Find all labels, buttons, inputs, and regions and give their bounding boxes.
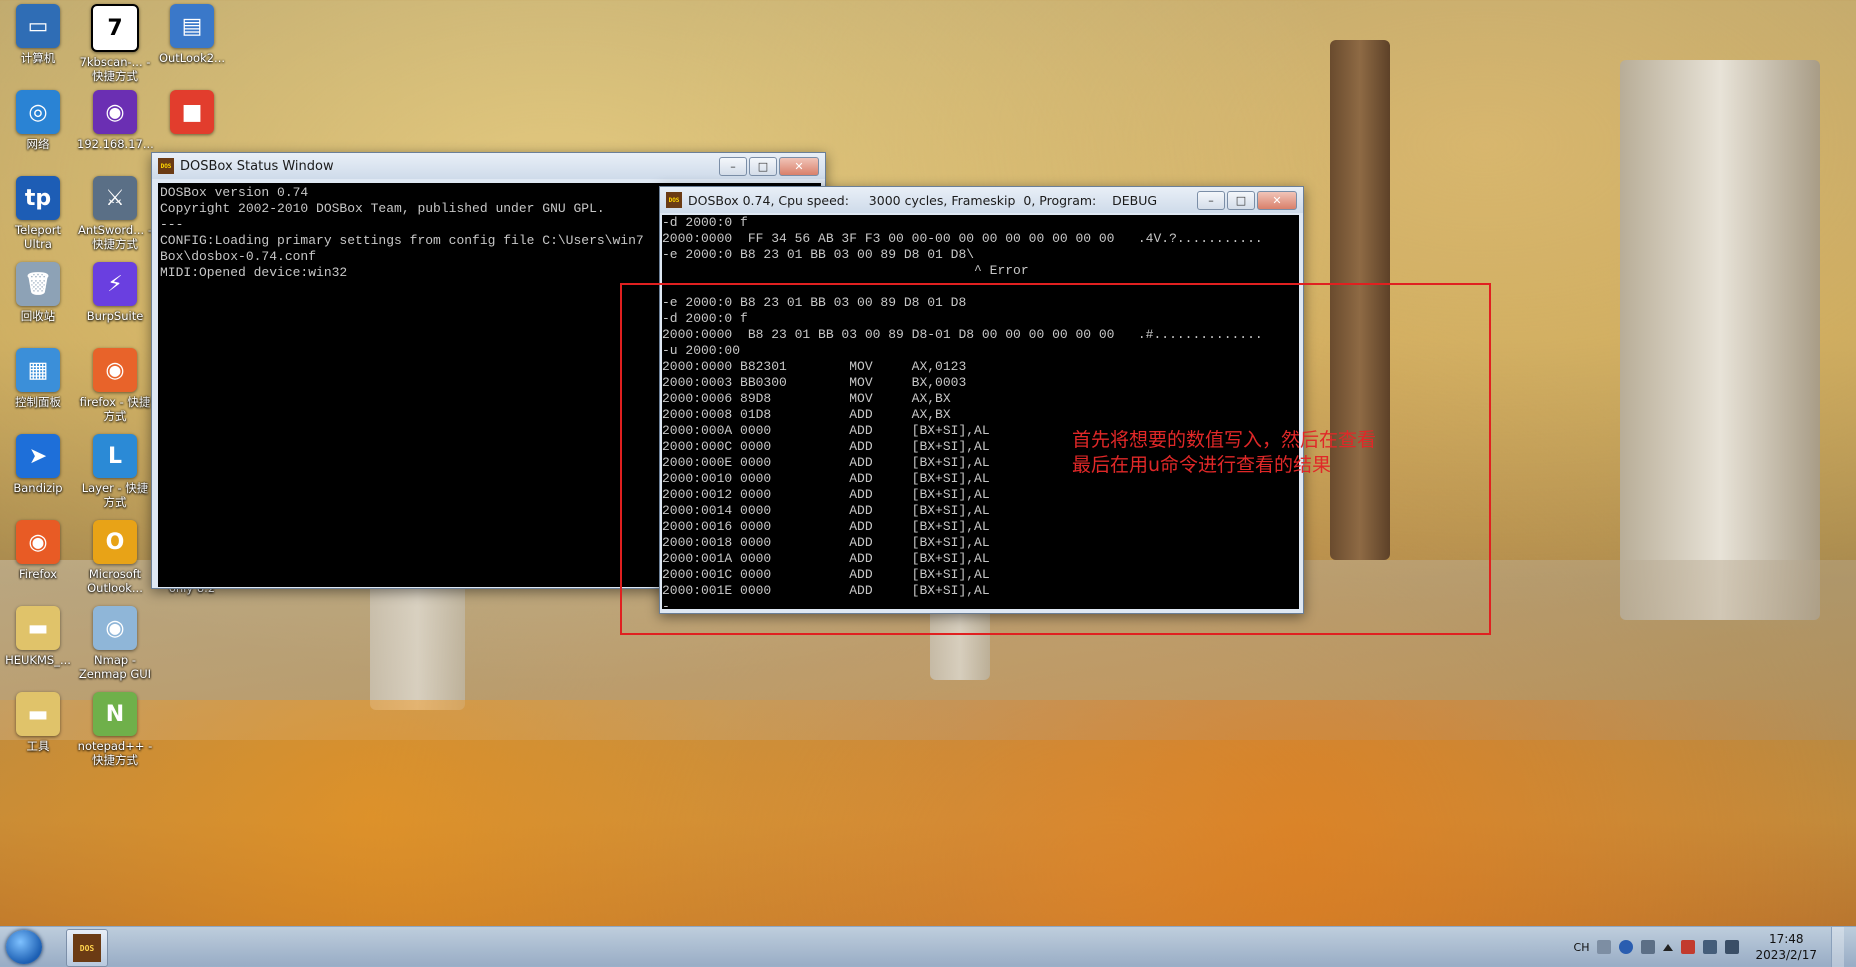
- system-tray: CH 17:48 2023/2/17: [1574, 927, 1856, 967]
- notepadpp-icon: N: [93, 692, 137, 736]
- desktop-icon-label: 计算机: [20, 51, 56, 65]
- up-arrow-icon[interactable]: [1663, 943, 1674, 951]
- desktop-icon[interactable]: ◉ Nmap - Zenmap GUI: [77, 606, 153, 681]
- debug-line: ^ Error: [662, 263, 1029, 278]
- taskbar: DOS CH 17:48 2023/2/17: [0, 926, 1856, 967]
- desktop-icon[interactable]: ▦ 控制面板: [0, 348, 76, 409]
- desktop-icon-label: notepad++ - 快捷方式: [77, 739, 153, 767]
- status-window-title: DOSBox Status Window: [180, 158, 334, 174]
- firefox-icon: ◉: [93, 348, 137, 392]
- windows-logo-icon: ■: [170, 90, 214, 134]
- annotation-line-2: 最后在用u命令进行查看的结果: [1072, 454, 1332, 476]
- start-button[interactable]: [6, 930, 42, 964]
- desktop-icon[interactable]: L Layer - 快捷方式: [77, 434, 153, 509]
- desktop-icon[interactable]: ⚡ BurpSuite: [77, 262, 153, 323]
- desktop-icon[interactable]: ▬ HEUKMS_...: [0, 606, 76, 667]
- desktop-icon[interactable]: ▬ 工具: [0, 692, 76, 753]
- maximize-button[interactable]: □: [749, 156, 777, 176]
- folder-icon: ▬: [16, 692, 60, 736]
- dosbox-titlebar[interactable]: DOS DOSBox 0.74, Cpu speed: 3000 cycles,…: [660, 187, 1303, 213]
- firefox-icon: ◉: [16, 520, 60, 564]
- antsword-icon: ⚔: [93, 176, 137, 220]
- desktop-icon[interactable]: ◉ 192.168.17...: [77, 90, 154, 151]
- network-status-icon[interactable]: [1703, 940, 1718, 954]
- minimize-button[interactable]: –: [719, 156, 747, 176]
- help-icon[interactable]: [1619, 940, 1634, 954]
- network-icon: ◎: [16, 90, 60, 134]
- folder-icon: ▬: [16, 606, 60, 650]
- desktop-icon[interactable]: ◎ 网络: [0, 90, 76, 151]
- desktop-icon-label: Nmap - Zenmap GUI: [78, 653, 152, 681]
- network-pc-icon: ▤: [170, 4, 214, 48]
- layer-icon: L: [93, 434, 137, 478]
- desktop-icon-label: OutLook2...: [158, 51, 226, 65]
- desktop-icon-label: AntSword... - 快捷方式: [77, 223, 152, 251]
- status-window-titlebar[interactable]: DOS DOSBox Status Window – □ ✕: [152, 153, 825, 179]
- close-button[interactable]: ✕: [779, 156, 819, 176]
- control-panel-icon: ▦: [16, 348, 60, 392]
- volume-icon[interactable]: [1725, 940, 1740, 954]
- dosbox-icon: DOS: [158, 158, 174, 174]
- burpsuite-icon: ⚡: [93, 262, 137, 306]
- desktop-icon-label: 192.168.17...: [77, 137, 154, 151]
- teleport-icon: tp: [16, 176, 60, 220]
- close-button[interactable]: ✕: [1257, 190, 1297, 210]
- nmap-icon: ◉: [93, 606, 137, 650]
- desktop-icon[interactable]: ▭ 计算机: [0, 4, 76, 65]
- flag-icon[interactable]: [1681, 940, 1696, 954]
- desktop-icon[interactable]: O Microsoft Outlook...: [77, 520, 153, 595]
- annotation-line-1: 首先将想要的数值写入，然后在查看: [1072, 429, 1377, 451]
- desktop-icon-label: 控制面板: [15, 395, 61, 409]
- bandizip-icon: ➤: [16, 434, 60, 478]
- desktop-icon-label: firefox - 快捷方式: [79, 395, 151, 423]
- debug-line: -d 2000:0 f: [662, 215, 748, 230]
- desktop-icon[interactable]: ◉ firefox - 快捷方式: [77, 348, 153, 423]
- clock[interactable]: 17:48 2023/2/17: [1755, 931, 1817, 963]
- desktop-icon[interactable]: ⚔ AntSword... - 快捷方式: [77, 176, 153, 251]
- desktop-icon[interactable]: Nnotepad++ - 快捷方式: [77, 692, 153, 767]
- maximize-button[interactable]: □: [1227, 190, 1255, 210]
- show-desktop-button[interactable]: [1831, 927, 1844, 967]
- desktop-icon-label: 7kbscan-... - 快捷方式: [79, 55, 151, 83]
- taskbar-dosbox-button[interactable]: DOS: [66, 929, 108, 967]
- desktop-icon-label: Teleport Ultra: [15, 223, 61, 251]
- clock-time: 17:48: [1768, 932, 1804, 946]
- desktop-icon[interactable]: ➤ Bandizip: [0, 434, 76, 495]
- desktop-icon-label: 网络: [26, 137, 50, 151]
- dosbox-icon: DOS: [666, 192, 682, 208]
- outlook-icon: O: [93, 520, 137, 564]
- computer-icon: ▭: [16, 4, 60, 48]
- annotation-text: 首先将想要的数值写入，然后在查看 最后在用u命令进行查看的结果: [1072, 428, 1376, 478]
- debug-line: -e 2000:0 B8 23 01 BB 03 00 89 D8 01 D8\: [662, 247, 975, 262]
- desktop-icon-label: Microsoft Outlook...: [87, 567, 143, 595]
- recycle-bin-icon: 🗑: [16, 262, 60, 306]
- language-indicator[interactable]: CH: [1574, 941, 1590, 954]
- desktop-icon[interactable]: 🗑 回收站: [0, 262, 76, 323]
- desktop-icon[interactable]: 7 7kbscan-... - 快捷方式: [77, 4, 153, 83]
- desktop-icon-label: 回收站: [20, 309, 56, 323]
- desktop-icon-label: HEUKMS_...: [5, 653, 71, 667]
- minimize-button[interactable]: –: [1197, 190, 1225, 210]
- clock-date: 2023/2/17: [1755, 948, 1817, 962]
- desktop-icon[interactable]: ◉ Firefox: [0, 520, 76, 581]
- desktop-icon-label: Firefox: [18, 567, 58, 581]
- desktop-icon[interactable]: ▤ OutLook2...: [154, 4, 230, 65]
- dosbox-icon: DOS: [73, 934, 101, 962]
- debug-line: 2000:0000 FF 34 56 AB 3F F3 00 00-00 00 …: [662, 231, 1263, 246]
- desktop-icon[interactable]: tp Teleport Ultra: [0, 176, 76, 251]
- keyboard-icon[interactable]: [1597, 940, 1612, 954]
- desktop-icon[interactable]: ■: [154, 90, 230, 137]
- desktop-icon-label: BurpSuite: [86, 309, 144, 323]
- desktop-icon-label: 工具: [26, 739, 50, 753]
- desktop-icon-label: Bandizip: [13, 481, 63, 495]
- dosbox-title: DOSBox 0.74, Cpu speed: 3000 cycles, Fra…: [688, 192, 1158, 208]
- firefox-icon: ◉: [93, 90, 137, 134]
- seven-icon: 7: [91, 4, 139, 52]
- desktop-icon-label: Layer - 快捷方式: [81, 481, 149, 509]
- settings-icon[interactable]: [1641, 940, 1656, 954]
